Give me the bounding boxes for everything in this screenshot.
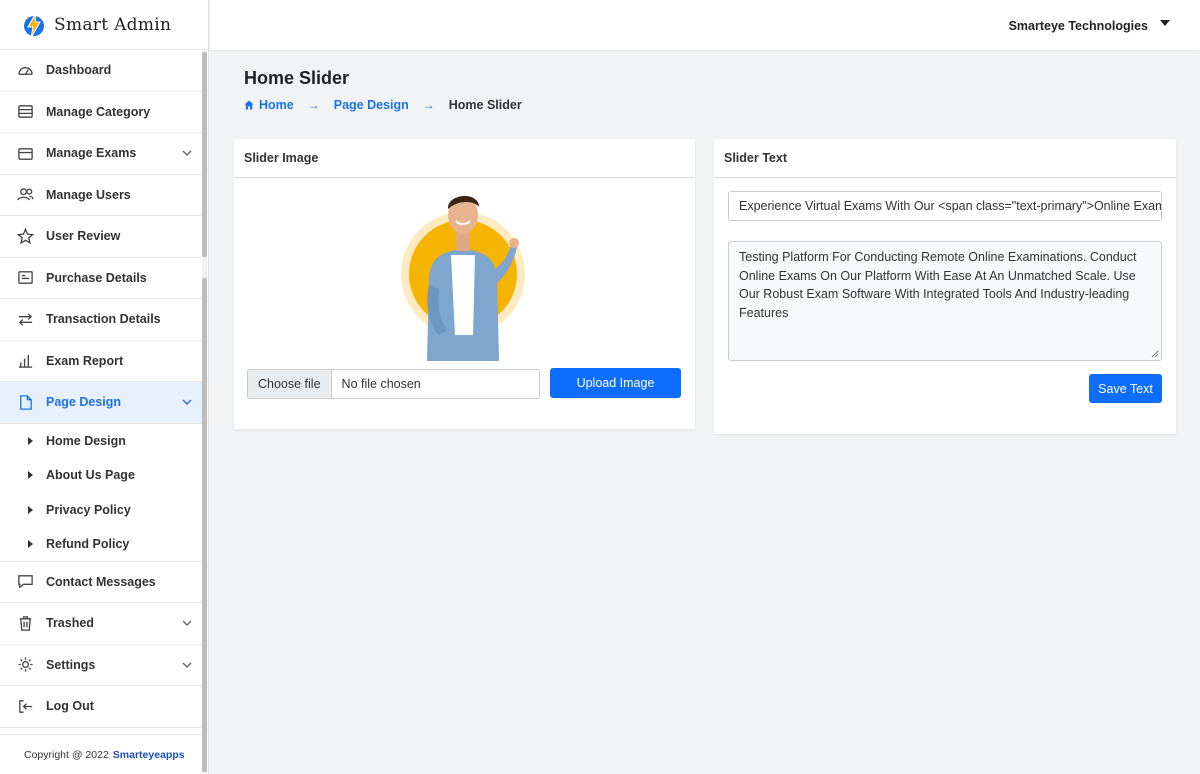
category-icon [16,103,34,121]
sidebar-item-label: Log Out [46,699,94,714]
sidebar-subitem-label: Home Design [46,433,126,448]
save-text-button[interactable]: Save Text [1089,374,1162,403]
sidebar-scroll-thumb[interactable] [202,278,207,772]
file-status-text: No file chosen [331,370,539,398]
gear-icon [16,656,34,674]
home-icon [244,100,254,110]
sidebar-item-manage-users[interactable]: Manage Users [0,175,203,216]
speedometer-icon [16,61,34,79]
sidebar-item-label: Purchase Details [46,270,147,285]
slider-hero-image [401,195,525,361]
sidebar-item-label: Page Design [46,395,122,410]
page-icon [16,393,34,411]
chevron-down-icon [181,396,193,408]
chat-icon [16,573,34,591]
arrow-right-icon: → [422,98,435,112]
breadcrumb: Home → Page Design → Home Slider [244,98,522,112]
brand[interactable]: Smart Admin [0,0,208,50]
sidebar-item-dashboard[interactable]: Dashboard [0,50,203,92]
sidebar-item-label: Trashed [46,616,94,631]
company-dropdown[interactable]: Smarteye Technologies [1009,19,1170,33]
sidebar-scroll-thumb[interactable] [202,52,207,257]
company-name: Smarteye Technologies [1008,19,1148,33]
lightning-bolt-icon [24,12,44,38]
sidebar-item-exam-report[interactable]: Exam Report [0,341,203,382]
breadcrumb-home[interactable]: Home [259,98,294,112]
sidebar-item-purchase-details[interactable]: Purchase Details [0,258,203,299]
chevron-down-icon [181,659,193,671]
breadcrumb-current: Home Slider [448,98,522,112]
caret-right-icon [28,505,33,514]
sidebar-item-trashed[interactable]: Trashed [0,603,203,645]
sidebar-subitem-label: Privacy Policy [46,502,131,517]
chevron-down-icon [181,617,193,629]
sidebar-subitem-privacy-policy[interactable]: Privacy Policy [0,493,203,528]
transfer-arrows-icon [16,310,34,328]
sidebar-footer: Copyright @ 2022 Smarteyeapps [0,734,203,774]
sidebar-subitem-about-us[interactable]: About Us Page [0,458,203,493]
sidebar-item-page-design[interactable]: Page Design [0,382,203,424]
sidebar-item-label: Contact Messages [46,574,156,589]
sidebar-item-label: Transaction Details [46,312,161,327]
sidebar-item-label: Settings [46,657,96,672]
sidebar-nav: Dashboard Manage Category Manage Exams M… [0,50,208,728]
page-title: Home Slider [244,68,350,88]
bar-chart-icon [16,352,34,370]
receipt-icon [16,269,34,287]
caret-right-icon [28,471,33,480]
brand-name: Smart Admin [54,14,172,35]
caret-right-icon [28,539,33,548]
card-header: Slider Image [234,139,695,178]
sidebar-subitem-label: About Us Page [46,468,135,483]
file-input[interactable]: Choose file No file chosen [247,369,540,399]
slider-image-card: Slider Image Choose file No file chosen … [234,139,695,429]
sidebar-item-label: Exam Report [46,353,124,368]
topbar: Smarteye Technologies [210,0,1200,50]
slider-text-card: Slider Text Experience Virtual Exams Wit… [714,139,1176,434]
upload-image-button[interactable]: Upload Image [550,368,681,398]
choose-file-button[interactable]: Choose file [248,370,332,398]
sidebar-subitem-home-design[interactable]: Home Design [0,424,203,459]
sidebar-item-label: Manage Category [46,104,151,119]
slider-body-textarea[interactable]: Testing Platform For Conducting Remote O… [728,241,1162,361]
sidebar-item-user-review[interactable]: User Review [0,216,203,258]
sidebar-item-manage-category[interactable]: Manage Category [0,92,203,133]
sidebar-item-label: Manage Users [46,187,131,202]
slider-body-text: Testing Platform For Conducting Remote O… [739,250,1137,320]
sidebar-item-log-out[interactable]: Log Out [0,686,203,728]
users-icon [16,186,34,204]
sidebar-item-label: User Review [46,229,121,244]
folder-icon [16,144,34,162]
caret-down-icon [1160,20,1170,26]
sidebar-item-label: Manage Exams [46,146,137,161]
arrow-right-icon: → [307,98,320,112]
star-icon [16,227,34,245]
sidebar-item-manage-exams[interactable]: Manage Exams [0,133,203,175]
sidebar-subitem-refund-policy[interactable]: Refund Policy [0,527,203,562]
card-header: Slider Text [714,139,1176,178]
slider-heading-input[interactable]: Experience Virtual Exams With Our <span … [728,191,1162,221]
sidebar: Smart Admin Dashboard Manage Category Ma… [0,0,209,774]
copyright-text: Copyright @ 2022 [24,748,109,761]
copyright-link[interactable]: Smarteyeapps [113,749,185,761]
trash-icon [16,614,34,632]
breadcrumb-page-design[interactable]: Page Design [334,98,409,112]
sidebar-item-settings[interactable]: Settings [0,645,203,686]
sidebar-subitem-label: Refund Policy [46,536,130,551]
chevron-down-icon [181,147,193,159]
resize-grip-icon[interactable] [1151,350,1159,358]
sidebar-item-contact-messages[interactable]: Contact Messages [0,562,203,603]
caret-right-icon [28,436,33,445]
sidebar-item-transaction-details[interactable]: Transaction Details [0,299,203,341]
sidebar-item-label: Dashboard [46,63,112,78]
logout-icon [16,697,34,715]
